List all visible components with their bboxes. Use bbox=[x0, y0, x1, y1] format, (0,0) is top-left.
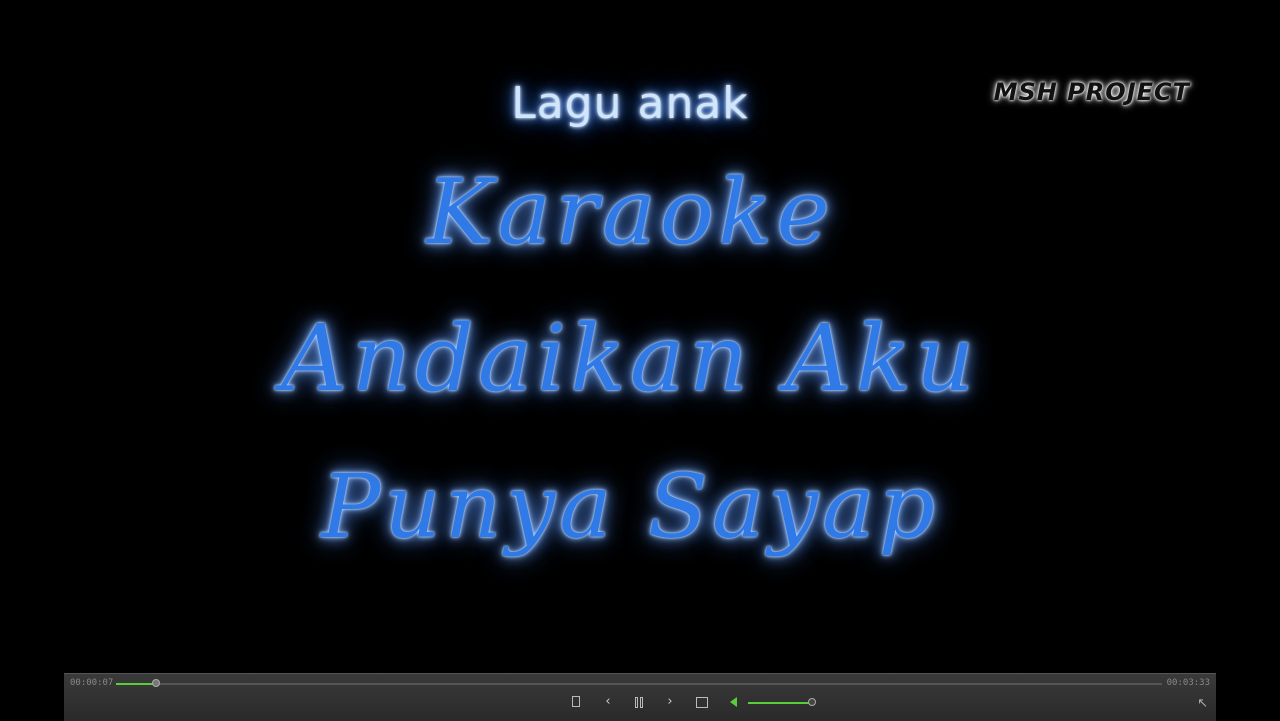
title-line-1: Karaoke bbox=[426, 160, 834, 265]
volume-handle[interactable] bbox=[808, 698, 816, 706]
volume-slider[interactable] bbox=[748, 698, 816, 706]
open-file-icon bbox=[572, 696, 580, 707]
open-file-button[interactable] bbox=[570, 694, 582, 710]
title-line-2: Andaikan Aku bbox=[281, 305, 979, 412]
pause-button[interactable] bbox=[631, 694, 647, 710]
stop-button[interactable] bbox=[695, 694, 709, 710]
previous-icon: ‹ bbox=[605, 694, 611, 709]
mute-button[interactable] bbox=[728, 694, 742, 710]
pause-icon bbox=[634, 697, 644, 712]
seek-handle[interactable] bbox=[151, 679, 160, 687]
total-time: 00:03:33 bbox=[1166, 678, 1210, 688]
current-time: 00:00:07 bbox=[70, 678, 114, 688]
title-line-3: Punya Sayap bbox=[321, 455, 939, 558]
watermark-logo: MSH PROJECT bbox=[993, 78, 1190, 106]
previous-button[interactable]: ‹ bbox=[602, 694, 614, 710]
next-icon: › bbox=[667, 694, 673, 709]
volume-icon bbox=[730, 697, 737, 707]
video-display[interactable]: Lagu anak MSH PROJECT Karaoke Andaikan A… bbox=[0, 0, 1280, 720]
seek-progress bbox=[116, 683, 156, 685]
resize-arrow-icon[interactable]: ↖ bbox=[1197, 696, 1208, 711]
stop-icon bbox=[696, 697, 708, 708]
next-button[interactable]: › bbox=[664, 694, 676, 710]
seek-bar[interactable] bbox=[116, 679, 1162, 687]
player-control-bar: 00:00:07 00:03:33 ‹ › ↖ bbox=[64, 673, 1216, 721]
volume-level bbox=[748, 702, 812, 704]
